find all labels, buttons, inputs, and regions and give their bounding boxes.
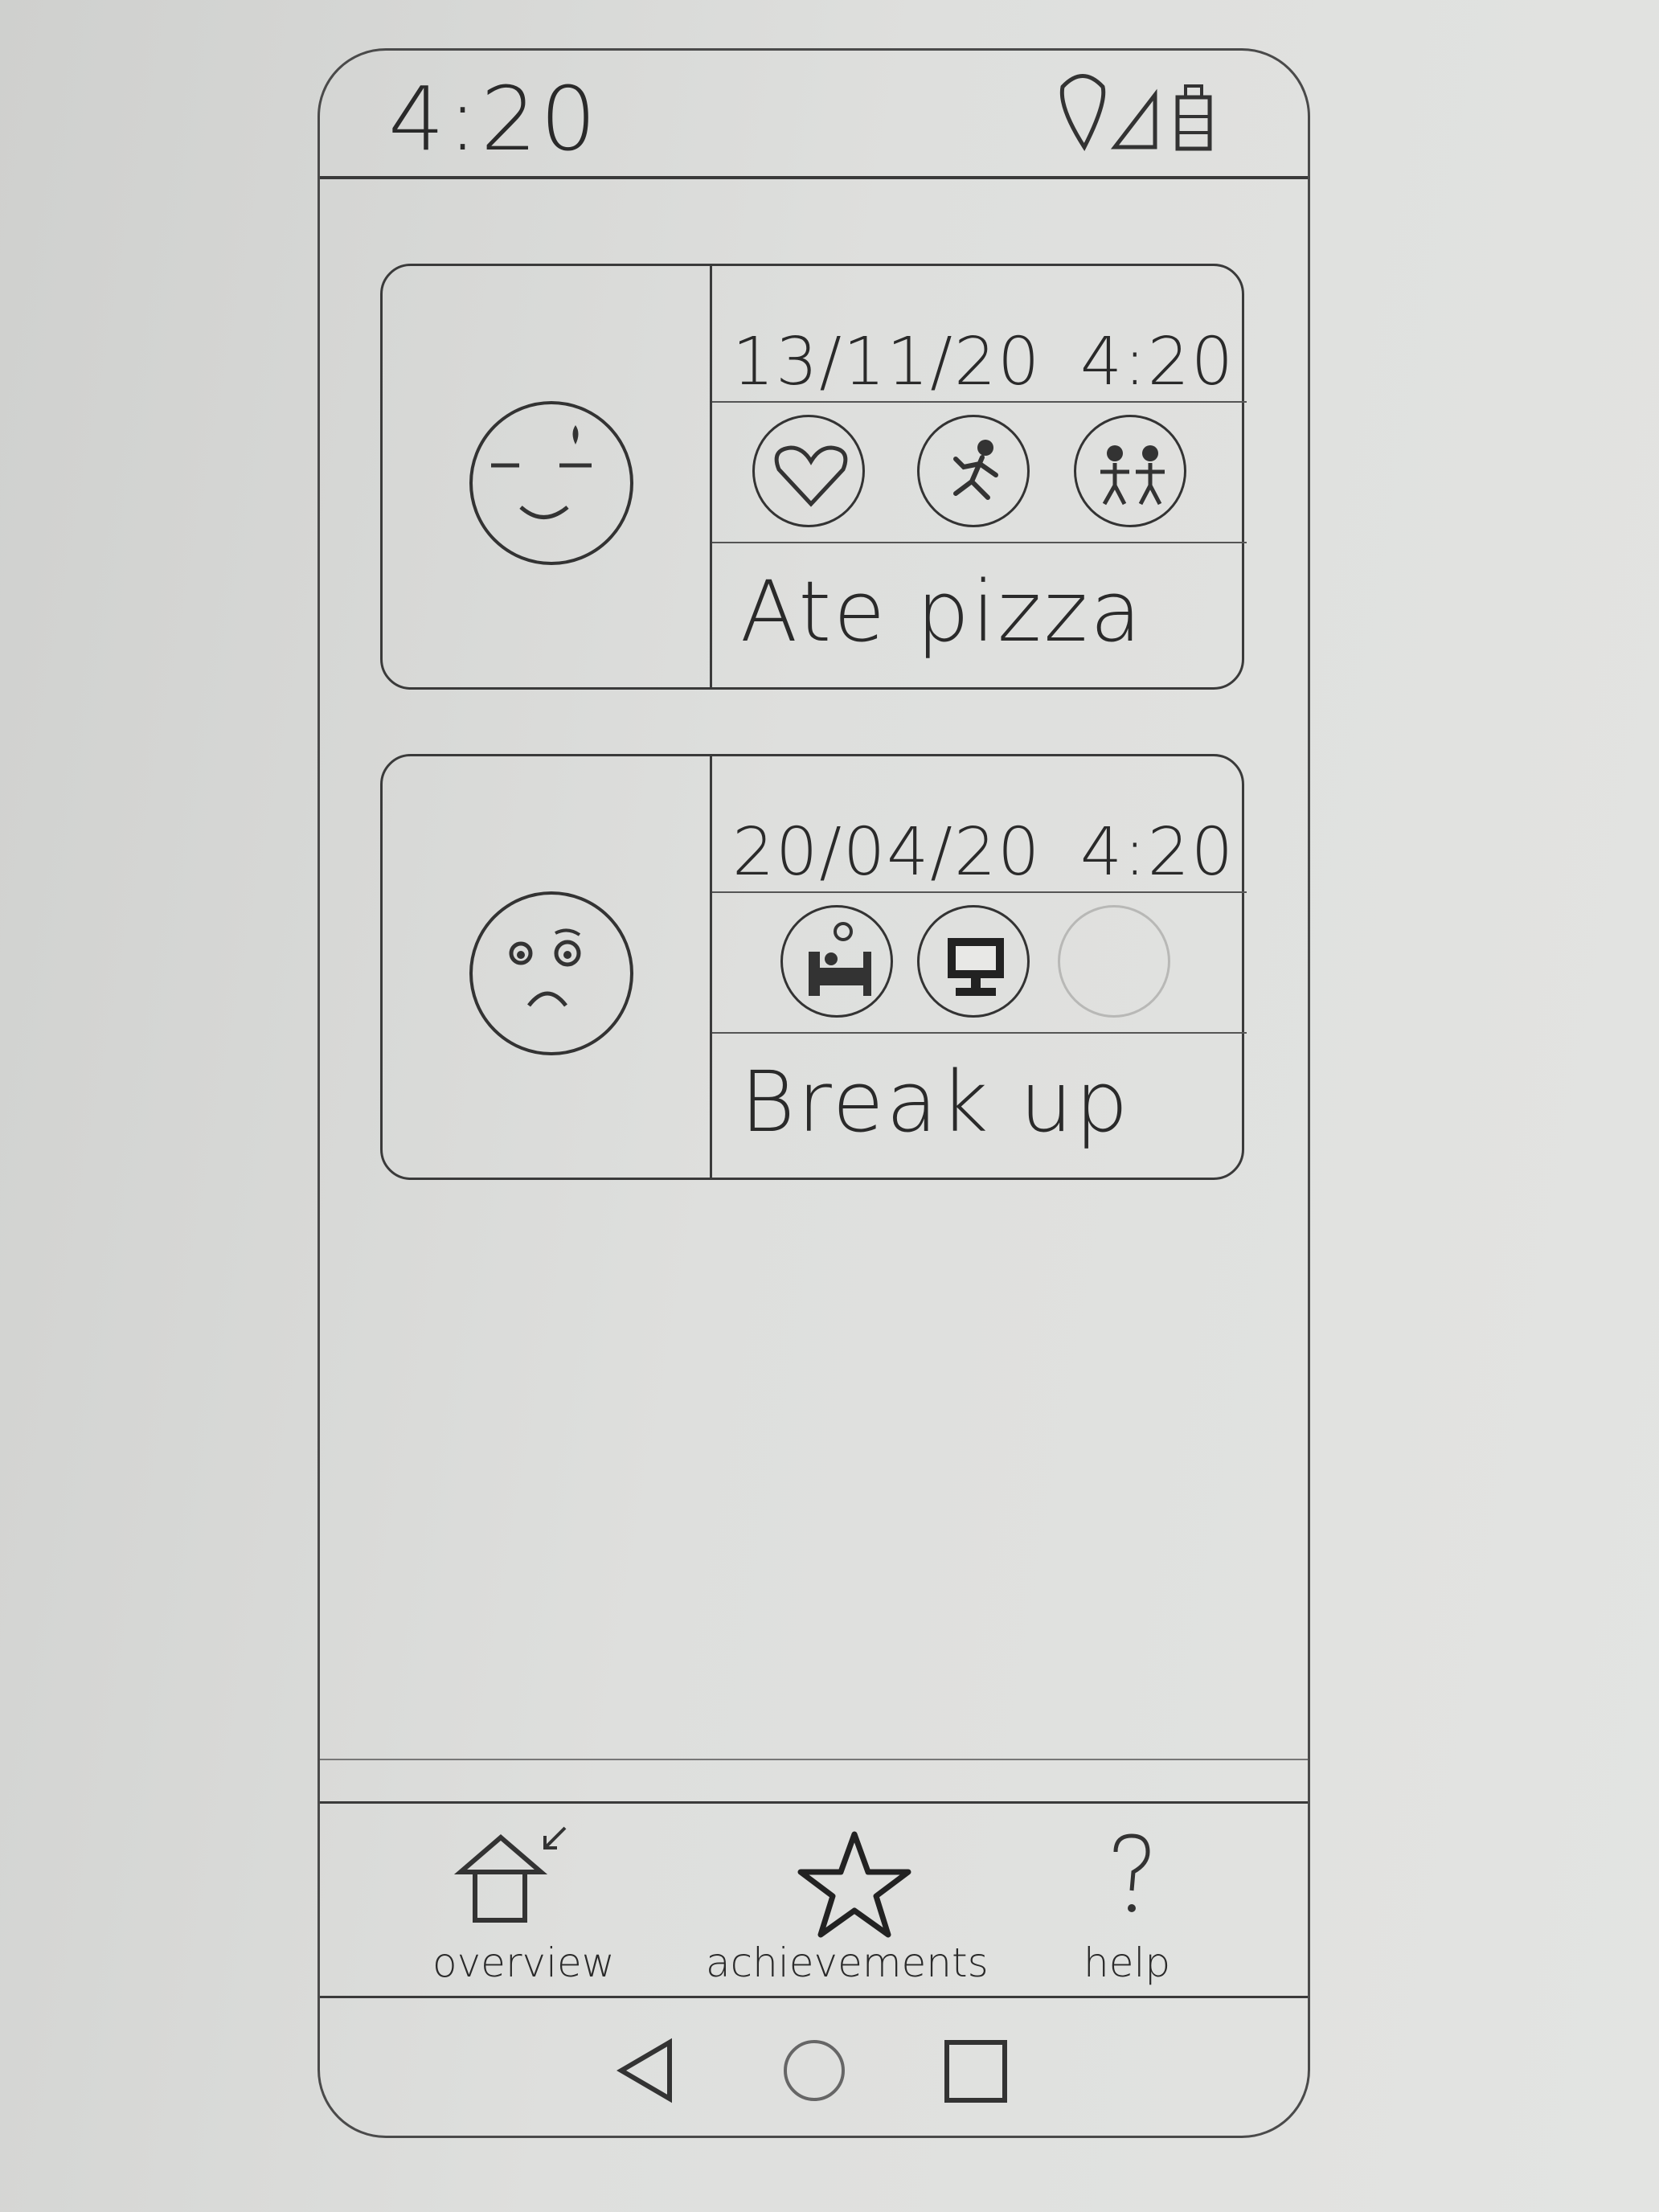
nav-label: overview [432, 1940, 615, 1986]
friends-icon [1100, 445, 1165, 506]
nav-label: help [1083, 1940, 1171, 1986]
battery-icon [1175, 84, 1212, 151]
heart-icon [774, 445, 848, 507]
entry-meta: 13/11/20 4:20 [712, 322, 1247, 403]
status-time: 4:20 [388, 68, 600, 170]
mood-cell [383, 756, 712, 1178]
star-icon [797, 1831, 911, 1938]
nav-achievements[interactable]: achievements [706, 1804, 1011, 1996]
sad-face-icon [469, 891, 633, 1055]
location-icon [1059, 74, 1106, 152]
question-icon [1113, 1833, 1150, 1912]
entry-date: 13/11/20 [732, 324, 1042, 400]
entry-note: Break up [740, 1053, 1131, 1151]
recents-icon[interactable] [939, 2034, 1011, 2107]
mood-cell [383, 266, 712, 687]
entry-time: 4:20 [1079, 814, 1235, 891]
activity-friends[interactable] [1074, 415, 1186, 527]
mood-entry-card[interactable]: 20/04/20 4:20 Break up [380, 754, 1247, 1180]
phone-frame: 4:20 13/11/20 4:20 Ate pizza 20/04/20 4:… [317, 48, 1310, 2138]
back-icon[interactable] [609, 2034, 682, 2107]
activity-empty-slot[interactable] [1058, 905, 1170, 1018]
home-icon[interactable] [778, 2034, 850, 2107]
activity-computer[interactable] [917, 905, 1030, 1018]
sleep-icon [809, 922, 871, 996]
activity-row [712, 403, 1247, 543]
activity-running[interactable] [917, 415, 1030, 527]
entry-time: 4:20 [1079, 324, 1235, 400]
nav-divider [320, 1759, 1308, 1760]
entry-note: Ate pizza [740, 563, 1144, 661]
activity-heart[interactable] [752, 415, 865, 527]
status-bar: 4:20 [320, 51, 1308, 179]
mood-entry-card[interactable]: 13/11/20 4:20 Ate pizza [380, 264, 1247, 690]
signal-icon [1110, 88, 1157, 150]
running-icon [953, 440, 998, 500]
nav-overview[interactable]: overview [416, 1804, 657, 1996]
nav-help[interactable]: help [1055, 1804, 1216, 1996]
status-icons [1059, 74, 1212, 152]
nav-label: achievements [706, 1940, 989, 1986]
entry-date: 20/04/20 [732, 814, 1042, 891]
activity-sleep[interactable] [780, 905, 893, 1018]
activity-row [712, 893, 1247, 1034]
happy-face-icon [469, 401, 633, 565]
computer-icon [948, 938, 1004, 996]
house-icon [453, 1826, 567, 1923]
mood-entry-list: 13/11/20 4:20 Ate pizza 20/04/20 4:20 Br… [380, 264, 1248, 1244]
bottom-nav: overview achievements help [320, 1801, 1308, 1998]
system-nav-bar [320, 1998, 1308, 2136]
entry-meta: 20/04/20 4:20 [712, 813, 1247, 893]
